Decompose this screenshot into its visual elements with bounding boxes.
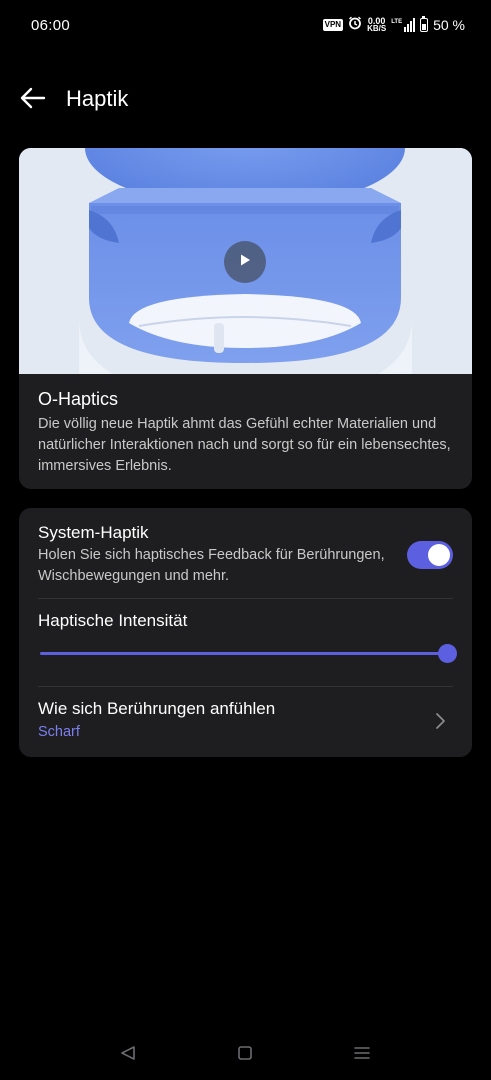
status-time: 06:00 <box>31 17 71 34</box>
system-haptik-subtitle: Holen Sie sich haptisches Feedback für B… <box>38 547 385 584</box>
play-icon <box>238 253 252 272</box>
status-icons: VPN 0.00 KB/S LTE 50 % <box>322 15 465 33</box>
signal-icon: LTE <box>391 17 416 32</box>
touch-feel-value: Scharf <box>38 724 80 740</box>
header: Haptik <box>0 78 491 120</box>
intensity-slider-track[interactable] <box>40 652 450 655</box>
haptic-settings-card: System-Haptik Holen Sie sich haptisches … <box>19 508 472 757</box>
intensity-title: Haptische Intensität <box>38 611 188 630</box>
card-title: O-Haptics <box>38 389 119 409</box>
menu-recent-icon[interactable] <box>353 1045 371 1066</box>
alarm-icon <box>348 16 362 33</box>
navigation-bar <box>0 1040 491 1070</box>
vpn-badge: VPN <box>322 18 344 31</box>
divider <box>38 598 453 599</box>
arrow-left-icon[interactable] <box>20 87 46 109</box>
page-title: Haptik <box>66 86 129 111</box>
divider <box>38 686 453 687</box>
o-haptics-card: O-Haptics Die völlig neue Haptik ahmt da… <box>19 148 472 489</box>
intensity-slider-thumb[interactable] <box>438 644 457 663</box>
video-preview[interactable] <box>19 148 472 374</box>
chevron-right-icon <box>434 711 446 731</box>
triangle-back-icon[interactable] <box>119 1045 137 1066</box>
battery-level: 50 % <box>433 16 465 33</box>
battery-icon <box>420 15 429 32</box>
play-button[interactable] <box>224 241 266 283</box>
network-type: LTE <box>391 18 403 25</box>
network-speed: 0.00 KB/S <box>367 16 387 33</box>
touch-feel-title: Wie sich Berührungen anfühlen <box>38 699 276 718</box>
speed-unit: KB/S <box>367 23 387 33</box>
status-bar: 06:00 VPN 0.00 KB/S LTE 50 % <box>0 0 491 52</box>
system-haptik-toggle[interactable] <box>407 541 453 569</box>
card-description: Die völlig neue Haptik ahmt das Gefühl e… <box>38 416 451 474</box>
system-haptik-title: System-Haptik <box>38 523 149 542</box>
toggle-knob <box>428 544 450 566</box>
square-home-icon[interactable] <box>237 1045 253 1066</box>
